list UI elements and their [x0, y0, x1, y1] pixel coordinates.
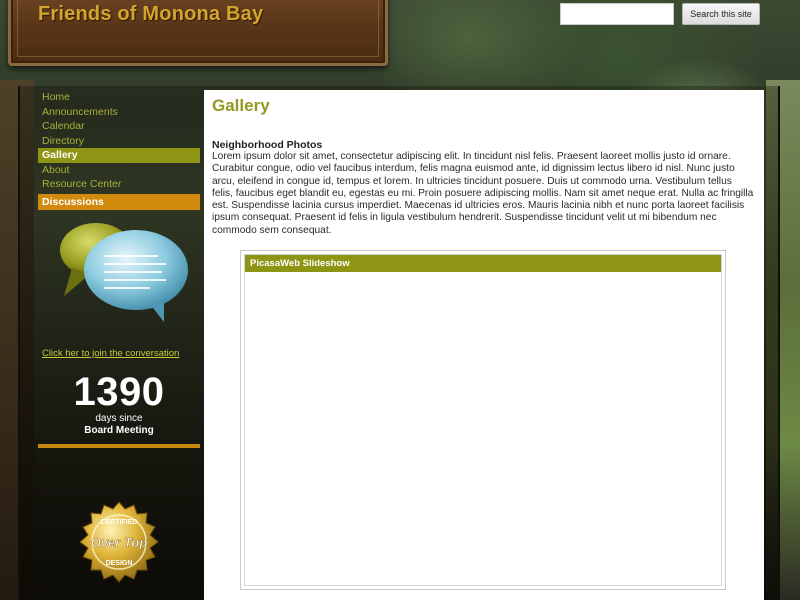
- svg-text:CERTIFIED: CERTIFIED: [101, 519, 138, 526]
- sidebar: Home Announcements Calendar Directory Ga…: [34, 88, 204, 600]
- days-counter-caption: days since: [95, 413, 143, 424]
- nav-item-calendar[interactable]: Calendar: [38, 119, 200, 134]
- body-paragraph: Lorem ipsum dolor sit amet, consectetur …: [212, 151, 754, 236]
- join-conversation-link[interactable]: Click her to join the conversation: [42, 348, 179, 359]
- slideshow-title: PicasaWeb Slideshow: [245, 255, 721, 272]
- nav-item-directory[interactable]: Directory: [38, 134, 200, 149]
- search-input[interactable]: [560, 3, 674, 25]
- main-content: Gallery Neighborhood Photos Lorem ipsum …: [204, 90, 764, 600]
- nav-item-resource-center[interactable]: Resource Center: [38, 177, 200, 192]
- speech-bubbles-icon[interactable]: [54, 218, 194, 328]
- svg-text:Over Top: Over Top: [91, 535, 148, 550]
- page-title: Gallery: [212, 96, 270, 115]
- section-heading: Neighborhood Photos: [212, 139, 323, 151]
- picasa-slideshow-widget[interactable]: PicasaWeb Slideshow: [240, 250, 726, 590]
- certified-design-seal-icon: CERTIFIED Over Top DESIGN: [72, 500, 166, 594]
- days-counter: 1390: [73, 370, 165, 414]
- search-button[interactable]: Search this site: [682, 3, 760, 25]
- nav-item-gallery[interactable]: Gallery: [38, 148, 200, 163]
- site-title[interactable]: Friends of Monona Bay: [38, 3, 263, 26]
- nav-item-announcements[interactable]: Announcements: [38, 105, 200, 120]
- sidebar-nav: Home Announcements Calendar Directory Ga…: [38, 90, 200, 192]
- days-counter-event: Board Meeting: [84, 425, 154, 436]
- discussions-header[interactable]: Discussions: [38, 194, 200, 210]
- slideshow-frame: PicasaWeb Slideshow: [244, 254, 722, 586]
- nav-item-home[interactable]: Home: [38, 90, 200, 105]
- nav-item-about[interactable]: About: [38, 163, 200, 178]
- sidebar-divider: [38, 444, 200, 448]
- svg-text:DESIGN: DESIGN: [106, 560, 133, 567]
